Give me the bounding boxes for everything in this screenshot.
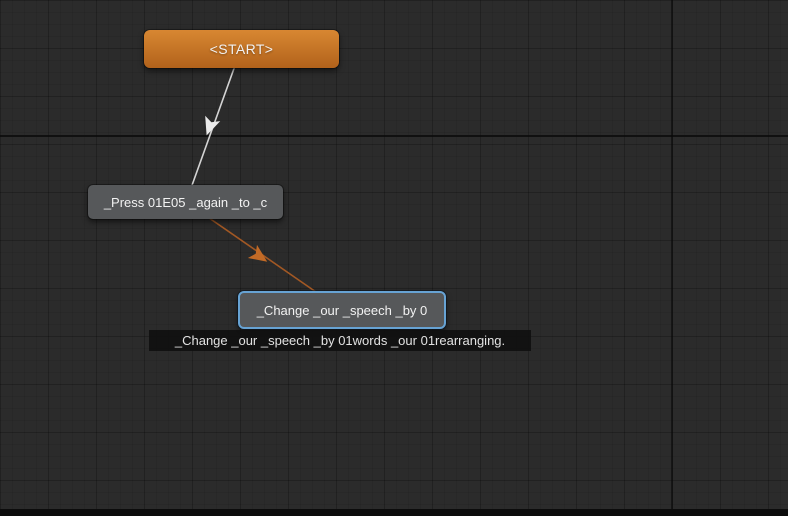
arrowhead-icon	[247, 244, 268, 262]
dialogue-node-change-selected[interactable]: _Change _our _speech _by 0	[238, 291, 446, 329]
node-tooltip-text: _Change _our _speech _by 01words _our 01…	[174, 333, 506, 348]
dialogue-node-press[interactable]: _Press 01E05 _again _to _c	[88, 185, 283, 219]
node-tooltip: _Change _our _speech _by 01words _our 01…	[149, 330, 531, 351]
graph-canvas[interactable]: <START> _Press 01E05 _again _to _c _Chan…	[0, 0, 788, 516]
link-layer	[185, 48, 343, 311]
bottom-edge-bar	[0, 509, 788, 516]
start-node-label: <START>	[209, 41, 274, 57]
link-start-to-press[interactable]	[185, 48, 242, 203]
dialogue-node-label: _Change _our _speech _by 0	[256, 302, 428, 318]
start-node[interactable]: <START>	[144, 30, 339, 68]
dialogue-node-label: _Press 01E05 _again _to _c	[103, 194, 268, 210]
